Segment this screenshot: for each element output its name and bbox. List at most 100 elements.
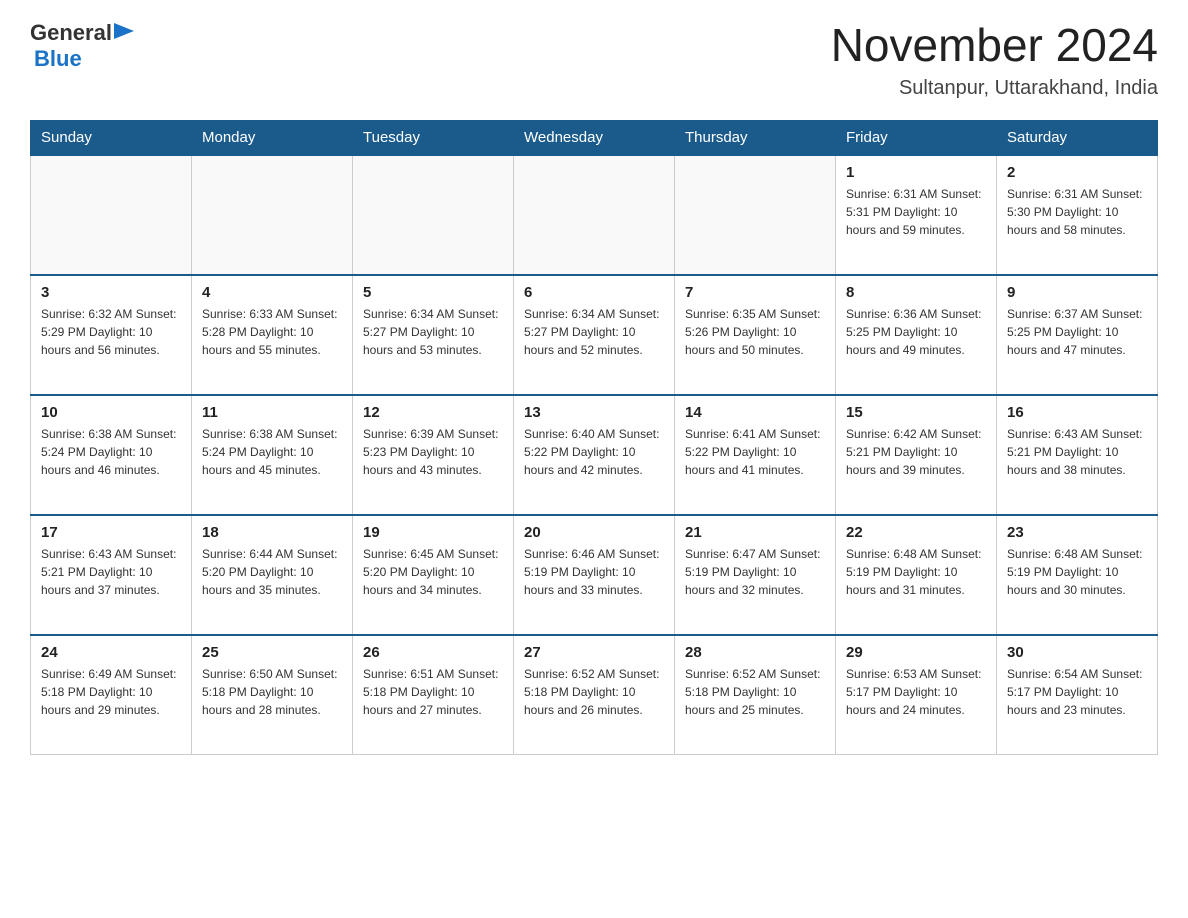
- day-detail: Sunrise: 6:44 AM Sunset: 5:20 PM Dayligh…: [202, 545, 342, 599]
- day-detail: Sunrise: 6:33 AM Sunset: 5:28 PM Dayligh…: [202, 305, 342, 359]
- day-cell: 21 Sunrise: 6:47 AM Sunset: 5:19 PM Dayli…: [675, 515, 836, 635]
- col-monday: Monday: [192, 120, 353, 155]
- day-number: 7: [685, 284, 825, 301]
- col-sunday: Sunday: [31, 120, 192, 155]
- col-tuesday: Tuesday: [353, 120, 514, 155]
- day-detail: Sunrise: 6:53 AM Sunset: 5:17 PM Dayligh…: [846, 665, 986, 719]
- calendar-body: 1Sunrise: 6:31 AM Sunset: 5:31 PM Daylig…: [31, 155, 1158, 755]
- day-detail: Sunrise: 6:48 AM Sunset: 5:19 PM Dayligh…: [1007, 545, 1147, 599]
- day-number: 16: [1007, 404, 1147, 421]
- day-cell: 18 Sunrise: 6:44 AM Sunset: 5:20 PM Dayli…: [192, 515, 353, 635]
- day-cell: [31, 155, 192, 275]
- day-number: 4: [202, 284, 342, 301]
- day-detail: Sunrise: 6:37 AM Sunset: 5:25 PM Dayligh…: [1007, 305, 1147, 359]
- day-detail: Sunrise: 6:43 AM Sunset: 5:21 PM Dayligh…: [41, 545, 181, 599]
- day-detail: Sunrise: 6:41 AM Sunset: 5:22 PM Dayligh…: [685, 425, 825, 479]
- day-detail: Sunrise: 6:34 AM Sunset: 5:27 PM Dayligh…: [524, 305, 664, 359]
- day-detail: Sunrise: 6:42 AM Sunset: 5:21 PM Dayligh…: [846, 425, 986, 479]
- day-cell: 26 Sunrise: 6:51 AM Sunset: 5:18 PM Dayli…: [353, 635, 514, 755]
- title-block: November 2024 Sultanpur, Uttarakhand, In…: [831, 20, 1158, 100]
- day-number: 8: [846, 284, 986, 301]
- col-friday: Friday: [836, 120, 997, 155]
- day-cell: 19 Sunrise: 6:45 AM Sunset: 5:20 PM Dayli…: [353, 515, 514, 635]
- day-detail: Sunrise: 6:36 AM Sunset: 5:25 PM Dayligh…: [846, 305, 986, 359]
- day-cell: 8 Sunrise: 6:36 AM Sunset: 5:25 PM Daylig…: [836, 275, 997, 395]
- day-cell: [514, 155, 675, 275]
- day-cell: 13Sunrise: 6:40 AM Sunset: 5:22 PM Dayli…: [514, 395, 675, 515]
- day-detail: Sunrise: 6:52 AM Sunset: 5:18 PM Dayligh…: [524, 665, 664, 719]
- day-number: 21: [685, 524, 825, 541]
- day-number: 30: [1007, 644, 1147, 661]
- day-detail: Sunrise: 6:31 AM Sunset: 5:30 PM Dayligh…: [1007, 185, 1147, 239]
- day-detail: Sunrise: 6:46 AM Sunset: 5:19 PM Dayligh…: [524, 545, 664, 599]
- day-cell: [675, 155, 836, 275]
- day-number: 5: [363, 284, 503, 301]
- day-detail: Sunrise: 6:39 AM Sunset: 5:23 PM Dayligh…: [363, 425, 503, 479]
- page-header: General Blue November 2024 Sultanpur, Ut…: [30, 20, 1158, 100]
- col-wednesday: Wednesday: [514, 120, 675, 155]
- day-number: 11: [202, 404, 342, 421]
- day-cell: 11 Sunrise: 6:38 AM Sunset: 5:24 PM Dayli…: [192, 395, 353, 515]
- day-number: 12: [363, 404, 503, 421]
- day-detail: Sunrise: 6:52 AM Sunset: 5:18 PM Dayligh…: [685, 665, 825, 719]
- day-number: 24: [41, 644, 181, 661]
- week-row-3: 10Sunrise: 6:38 AM Sunset: 5:24 PM Dayli…: [31, 395, 1158, 515]
- logo-blue-text: Blue: [34, 46, 82, 72]
- day-number: 29: [846, 644, 986, 661]
- day-number: 23: [1007, 524, 1147, 541]
- day-cell: 14 Sunrise: 6:41 AM Sunset: 5:22 PM Dayli…: [675, 395, 836, 515]
- day-number: 15: [846, 404, 986, 421]
- day-number: 28: [685, 644, 825, 661]
- day-number: 20: [524, 524, 664, 541]
- day-cell: 15 Sunrise: 6:42 AM Sunset: 5:21 PM Dayli…: [836, 395, 997, 515]
- day-cell: 2Sunrise: 6:31 AM Sunset: 5:30 PM Daylig…: [997, 155, 1158, 275]
- day-cell: 1Sunrise: 6:31 AM Sunset: 5:31 PM Daylig…: [836, 155, 997, 275]
- day-detail: Sunrise: 6:43 AM Sunset: 5:21 PM Dayligh…: [1007, 425, 1147, 479]
- day-cell: 10Sunrise: 6:38 AM Sunset: 5:24 PM Dayli…: [31, 395, 192, 515]
- day-detail: Sunrise: 6:47 AM Sunset: 5:19 PM Dayligh…: [685, 545, 825, 599]
- day-detail: Sunrise: 6:31 AM Sunset: 5:31 PM Dayligh…: [846, 185, 986, 239]
- col-saturday: Saturday: [997, 120, 1158, 155]
- day-detail: Sunrise: 6:45 AM Sunset: 5:20 PM Dayligh…: [363, 545, 503, 599]
- day-number: 17: [41, 524, 181, 541]
- day-cell: 28 Sunrise: 6:52 AM Sunset: 5:18 PM Dayli…: [675, 635, 836, 755]
- calendar-header: Sunday Monday Tuesday Wednesday Thursday…: [31, 120, 1158, 155]
- day-number: 19: [363, 524, 503, 541]
- logo: General Blue: [30, 20, 136, 72]
- col-thursday: Thursday: [675, 120, 836, 155]
- day-cell: 22 Sunrise: 6:48 AM Sunset: 5:19 PM Dayli…: [836, 515, 997, 635]
- day-cell: 27Sunrise: 6:52 AM Sunset: 5:18 PM Dayli…: [514, 635, 675, 755]
- day-cell: 30 Sunrise: 6:54 AM Sunset: 5:17 PM Dayli…: [997, 635, 1158, 755]
- day-detail: Sunrise: 6:34 AM Sunset: 5:27 PM Dayligh…: [363, 305, 503, 359]
- day-number: 9: [1007, 284, 1147, 301]
- week-row-4: 17 Sunrise: 6:43 AM Sunset: 5:21 PM Dayli…: [31, 515, 1158, 635]
- day-cell: [192, 155, 353, 275]
- day-number: 26: [363, 644, 503, 661]
- day-number: 22: [846, 524, 986, 541]
- day-detail: Sunrise: 6:40 AM Sunset: 5:22 PM Dayligh…: [524, 425, 664, 479]
- day-number: 25: [202, 644, 342, 661]
- header-row: Sunday Monday Tuesday Wednesday Thursday…: [31, 120, 1158, 155]
- day-cell: 24Sunrise: 6:49 AM Sunset: 5:18 PM Dayli…: [31, 635, 192, 755]
- day-cell: 6 Sunrise: 6:34 AM Sunset: 5:27 PM Daylig…: [514, 275, 675, 395]
- day-cell: 17 Sunrise: 6:43 AM Sunset: 5:21 PM Dayli…: [31, 515, 192, 635]
- day-cell: 5 Sunrise: 6:34 AM Sunset: 5:27 PM Daylig…: [353, 275, 514, 395]
- logo-triangle-icon: [114, 23, 136, 45]
- day-cell: 20 Sunrise: 6:46 AM Sunset: 5:19 PM Dayli…: [514, 515, 675, 635]
- day-detail: Sunrise: 6:35 AM Sunset: 5:26 PM Dayligh…: [685, 305, 825, 359]
- day-number: 6: [524, 284, 664, 301]
- day-cell: 4 Sunrise: 6:33 AM Sunset: 5:28 PM Daylig…: [192, 275, 353, 395]
- day-detail: Sunrise: 6:48 AM Sunset: 5:19 PM Dayligh…: [846, 545, 986, 599]
- day-cell: 29 Sunrise: 6:53 AM Sunset: 5:17 PM Dayli…: [836, 635, 997, 755]
- day-detail: Sunrise: 6:54 AM Sunset: 5:17 PM Dayligh…: [1007, 665, 1147, 719]
- day-number: 14: [685, 404, 825, 421]
- day-cell: 3Sunrise: 6:32 AM Sunset: 5:29 PM Daylig…: [31, 275, 192, 395]
- day-detail: Sunrise: 6:38 AM Sunset: 5:24 PM Dayligh…: [202, 425, 342, 479]
- day-number: 3: [41, 284, 181, 301]
- calendar-subtitle: Sultanpur, Uttarakhand, India: [831, 77, 1158, 100]
- day-number: 18: [202, 524, 342, 541]
- day-detail: Sunrise: 6:38 AM Sunset: 5:24 PM Dayligh…: [41, 425, 181, 479]
- day-cell: 7 Sunrise: 6:35 AM Sunset: 5:26 PM Daylig…: [675, 275, 836, 395]
- day-detail: Sunrise: 6:51 AM Sunset: 5:18 PM Dayligh…: [363, 665, 503, 719]
- calendar-title: November 2024: [831, 20, 1158, 71]
